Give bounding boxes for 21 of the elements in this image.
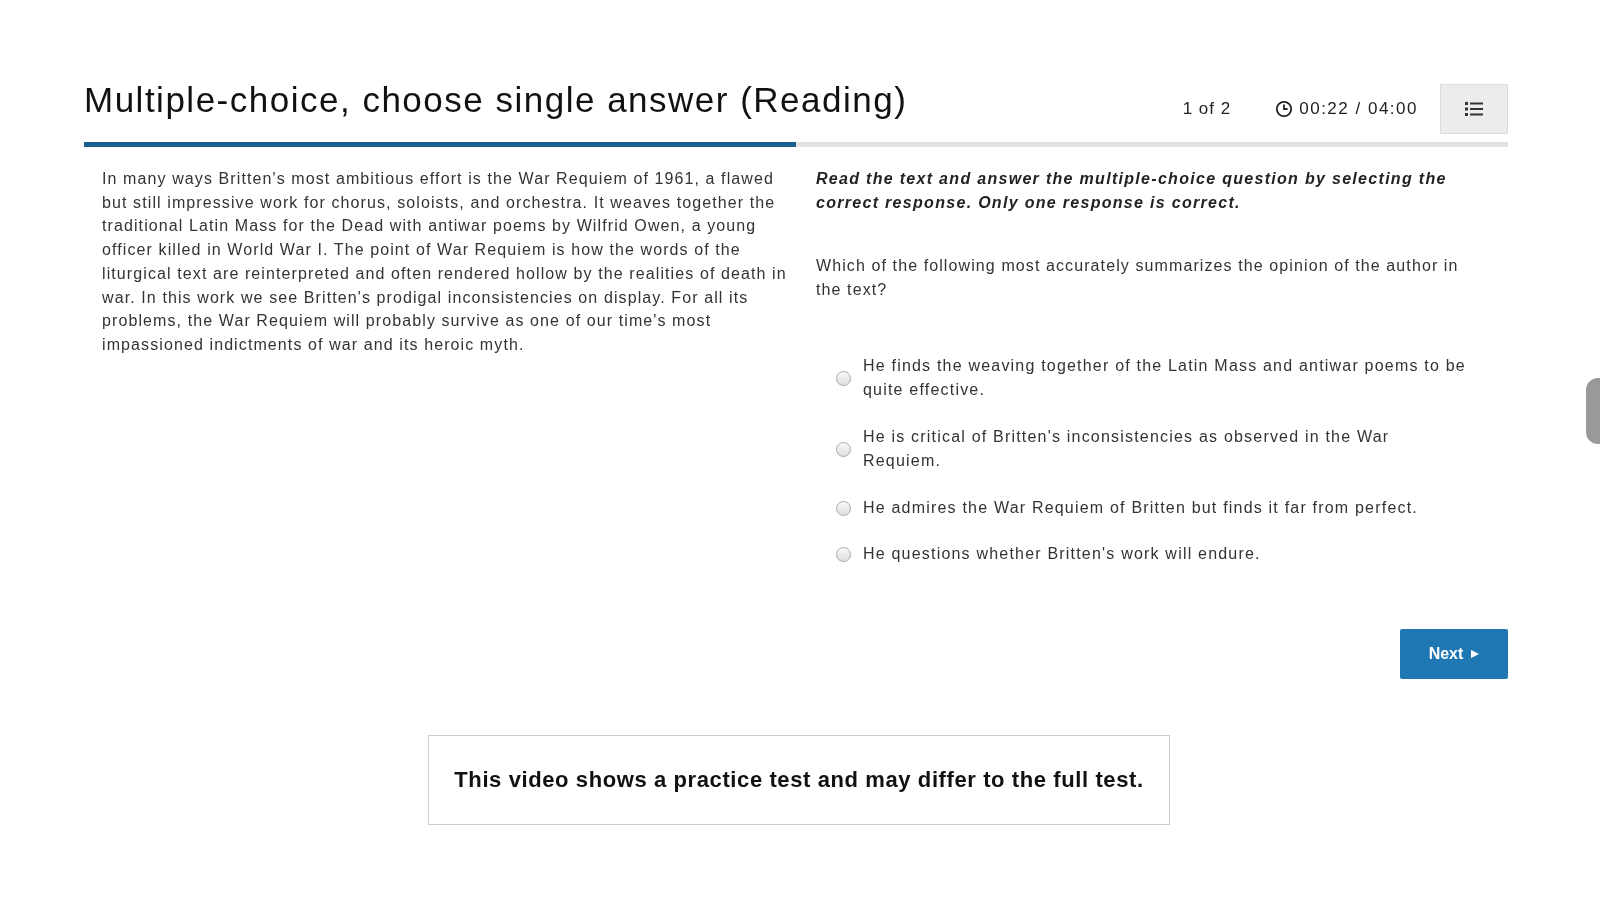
clock-icon <box>1275 100 1294 118</box>
answer-option[interactable]: He questions whether Britten's work will endure. <box>836 542 1466 567</box>
instructions: Read the text and answer the multiple-choice question by selecting the correct response. Only one response is correct. <box>816 169 1448 213</box>
play-icon <box>1471 649 1480 658</box>
page-title: Multiple-choice, choose single answer (Reading) <box>84 80 908 120</box>
side-handle[interactable] <box>1586 378 1600 444</box>
next-button[interactable]: Next <box>1400 628 1508 679</box>
radio-button[interactable] <box>836 370 851 386</box>
question-text: Which of the following most accurately summarizes the opinion of the author in the text? <box>816 256 1460 301</box>
radio-button[interactable] <box>836 441 851 457</box>
timer: 00:22 / 04:00 <box>1299 99 1418 119</box>
radio-button[interactable] <box>836 547 851 563</box>
answer-option[interactable]: He finds the weaving together of the Latin Mass and antiwar poems to be quite effective. <box>836 353 1466 403</box>
radio-button[interactable] <box>836 500 851 516</box>
menu-button[interactable] <box>1440 84 1508 134</box>
notice-text: This video shows a practice test and may differ to the full test. <box>454 766 1144 793</box>
question-counter: 1 of 2 <box>1182 99 1232 119</box>
list-icon <box>1465 101 1483 117</box>
answer-option[interactable]: He is critical of Britten's inconsistencies as observed in the War Requiem. <box>836 424 1466 474</box>
answer-option[interactable]: He admires the War Requiem of Britten but finds it far from perfect. <box>836 495 1466 521</box>
reading-passage: In many ways Britten's most ambitious effort is the War Requiem of 1961, a flawed but still impressive work for chorus, soloists, and orchestra. It weaves together the traditional Latin Mass for the Dead with antiwar poems by Wilfrid Owen, a young officer killed in World War I. The point of War Requiem is how the words of the liturgical text are reinterpreted and often rendered hollow by the realities of death in war. In this work we see Britten's prodigal inconsistencies on display. For all its problems, the War Requiem will probably survive as one of our time's most impassioned indictments of war and its heroic myth. <box>102 169 788 355</box>
